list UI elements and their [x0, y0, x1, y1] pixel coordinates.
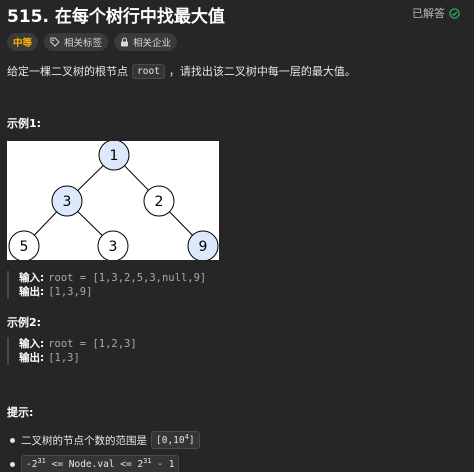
description-before: 给定一棵二叉树的根节点: [7, 65, 128, 78]
tree-node-label: 9: [199, 239, 208, 255]
description-code: root: [132, 63, 165, 79]
example1-title: 示例1:: [7, 117, 42, 130]
hint-item: -231 <= Node.val <= 231 - 1: [7, 452, 204, 472]
hint-code: [0,104]: [151, 431, 200, 449]
example1-tree-image: 1 3 2 5 3 9: [7, 139, 219, 262]
input-label: 输入:: [19, 338, 45, 350]
related-tags-button[interactable]: 相关标签: [44, 33, 109, 51]
tree-node-label: 5: [20, 239, 29, 255]
input-value: root = [1,3,2,5,3,null,9]: [48, 272, 207, 284]
related-tags-label: 相关标签: [64, 38, 103, 49]
output-label: 输出:: [19, 286, 45, 298]
input-label: 输入:: [19, 272, 45, 284]
related-companies-label: 相关企业: [133, 38, 172, 49]
check-circle-icon: [449, 7, 460, 19]
tag-bar: 中等 相关标签 相关企业: [7, 33, 178, 51]
description-after: ，请找出该二叉树中每一层的最大值。: [168, 65, 356, 78]
tree-node-label: 3: [109, 239, 118, 255]
tag-icon: [50, 37, 60, 47]
output-value: [1,3]: [48, 352, 80, 364]
output-label: 输出:: [19, 352, 45, 364]
hint-code: -231 <= Node.val <= 231 - 1: [21, 455, 180, 472]
related-companies-button[interactable]: 相关企业: [114, 33, 178, 51]
problem-description: 给定一棵二叉树的根节点 root ，请找出该二叉树中每一层的最大值。: [7, 63, 356, 79]
hint-text: 二叉树的节点个数的范围是: [21, 434, 147, 447]
hint-item: 二叉树的节点个数的范围是 [0,104]: [7, 428, 204, 452]
tree-node-label: 2: [155, 194, 164, 210]
problem-title: 515. 在每个树行中找最大值: [7, 7, 225, 27]
hints-list: 二叉树的节点个数的范围是 [0,104] -231 <= Node.val <=…: [7, 428, 204, 472]
solved-status: 已解答: [412, 5, 460, 21]
difficulty-badge[interactable]: 中等: [7, 33, 39, 51]
output-value: [1,3,9]: [48, 286, 93, 298]
tree-node-label: 3: [63, 194, 72, 210]
solved-label: 已解答: [412, 7, 445, 20]
input-value: root = [1,2,3]: [48, 338, 137, 350]
example2-title: 示例2:: [7, 316, 42, 329]
example1-io: 输入: root = [1,3,2,5,3,null,9] 输出: [1,3,9…: [7, 271, 206, 299]
hints-title: 提示:: [7, 406, 34, 419]
tree-node-label: 1: [110, 148, 119, 164]
lock-icon: [121, 37, 129, 47]
example2-io: 输入: root = [1,2,3] 输出: [1,3]: [7, 337, 137, 365]
